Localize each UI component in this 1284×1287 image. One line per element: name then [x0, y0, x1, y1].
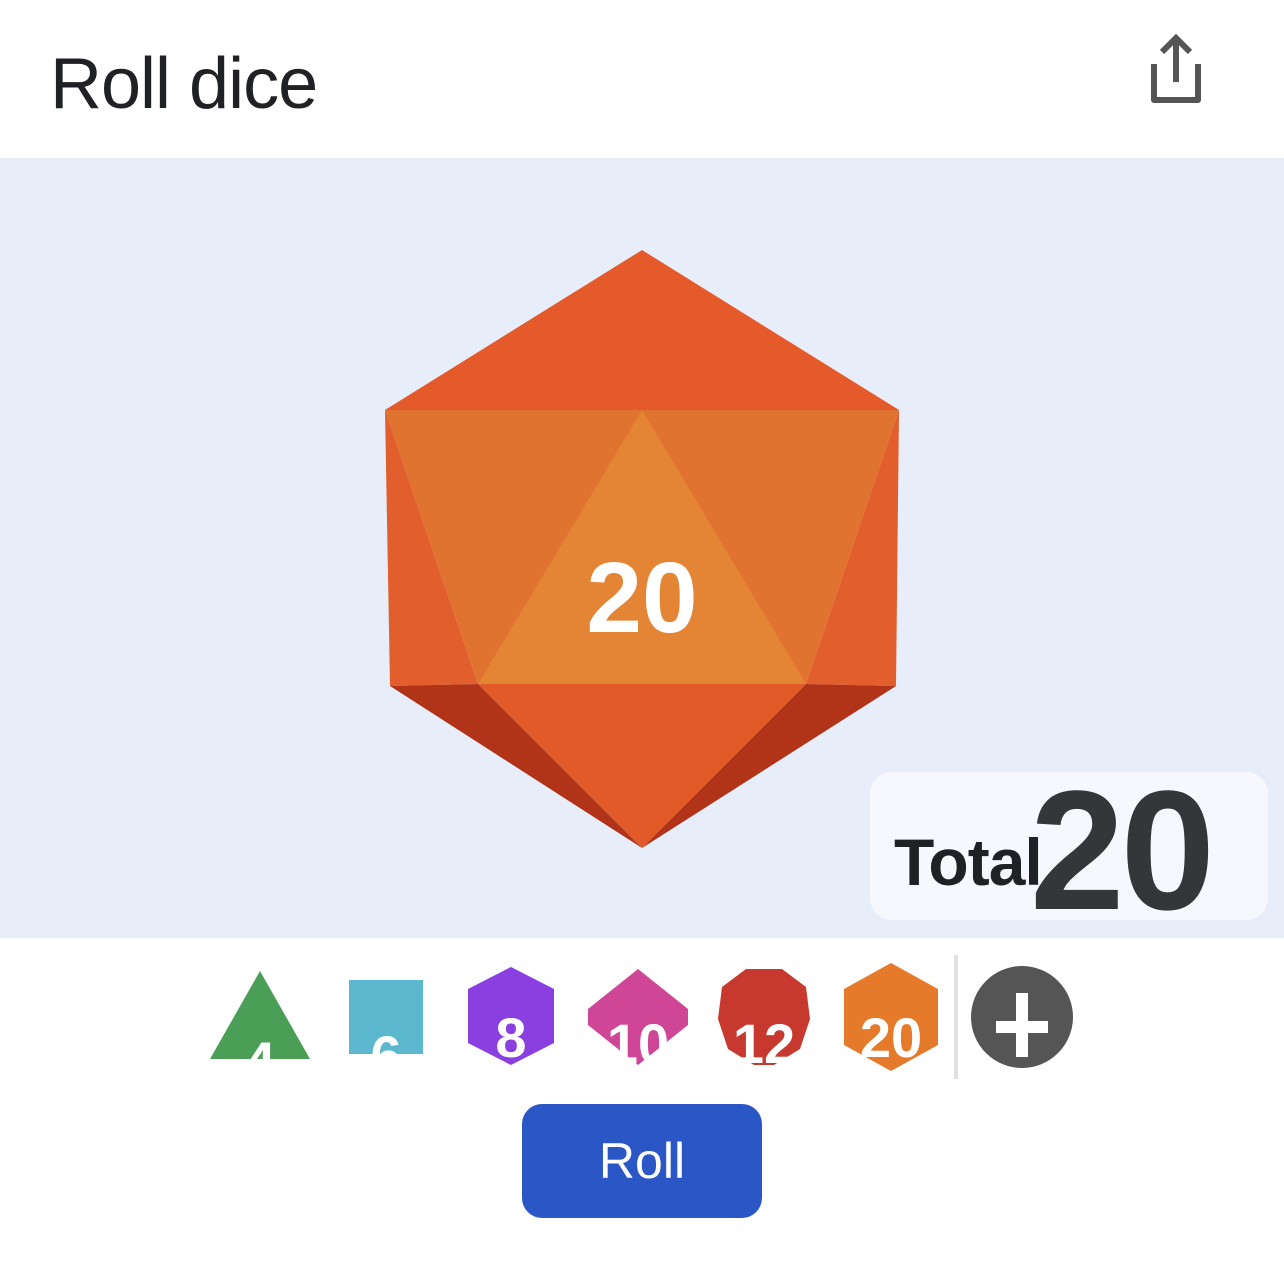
svg-text:10: 10 — [607, 1012, 669, 1067]
d10-button[interactable]: 10 — [584, 967, 692, 1067]
svg-text:6: 6 — [370, 1024, 401, 1055]
roll-button[interactable]: Roll — [522, 1104, 762, 1218]
d20-icon: 20 — [844, 963, 938, 1071]
svg-text:12: 12 — [733, 1012, 795, 1067]
app-header: Roll dice — [0, 0, 1284, 158]
d4-button[interactable]: 4 — [208, 969, 312, 1061]
d8-button[interactable]: 8 — [466, 965, 556, 1067]
dice-picker: 4 6 8 10 12 20 — [200, 955, 1090, 1085]
d4-icon: 4 — [210, 971, 310, 1061]
svg-text:4: 4 — [244, 1030, 275, 1061]
svg-text:8: 8 — [495, 1006, 526, 1067]
d6-button[interactable]: 6 — [348, 979, 424, 1055]
svg-text:20: 20 — [860, 1006, 922, 1069]
share-button[interactable] — [1140, 30, 1212, 110]
plus-icon — [971, 966, 1073, 1068]
total-value: 20 — [1030, 756, 1215, 946]
total-label: Total — [894, 825, 1043, 899]
page-title: Roll dice — [50, 44, 318, 124]
total-card: Total 20 — [870, 766, 1268, 936]
d20-die: 20 — [385, 250, 899, 848]
d12-button[interactable]: 12 — [716, 967, 812, 1067]
dice-display-area: 20 Total 20 — [0, 158, 1284, 938]
die-face-value: 20 — [586, 542, 697, 654]
d12-icon: 12 — [718, 969, 810, 1067]
share-icon — [1151, 33, 1201, 103]
d6-icon: 6 — [349, 980, 423, 1055]
d10-icon: 10 — [588, 969, 688, 1067]
d20-button[interactable]: 20 — [842, 961, 940, 1073]
d8-icon: 8 — [468, 967, 554, 1067]
picker-divider — [954, 955, 958, 1079]
add-die-button[interactable] — [970, 965, 1074, 1069]
